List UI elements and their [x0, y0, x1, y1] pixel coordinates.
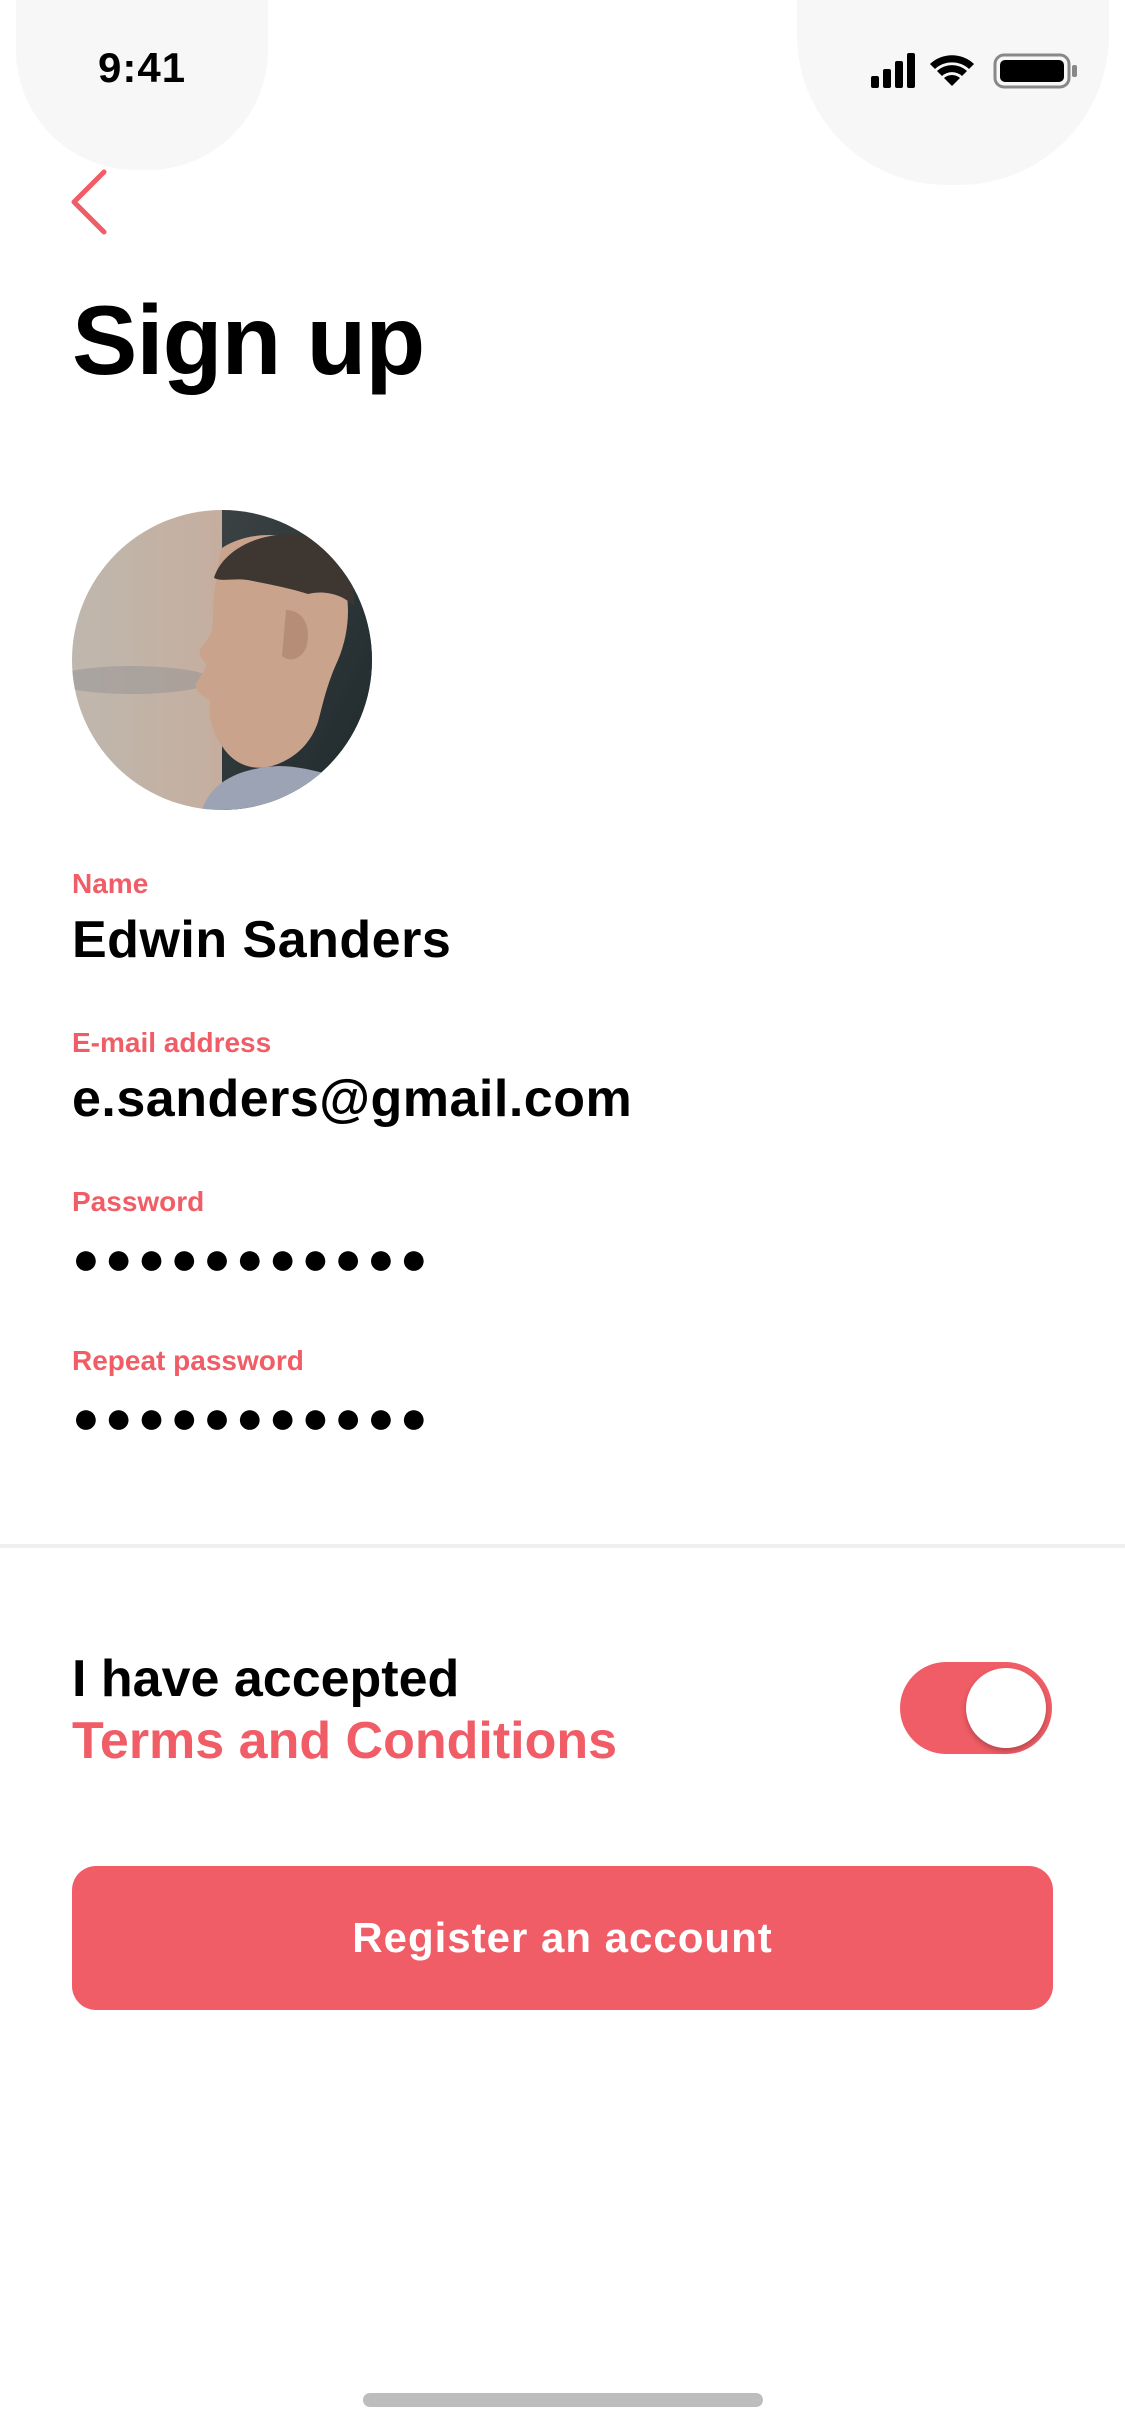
name-value[interactable]: Edwin Sanders [72, 908, 1052, 972]
repeat-password-field[interactable]: Repeat password ●●●●●●●●●●● [72, 1343, 1052, 1449]
terms-toggle[interactable] [900, 1662, 1052, 1754]
status-bar: 9:41 [0, 0, 1125, 185]
home-indicator[interactable] [363, 2393, 763, 2407]
password-label: Password [72, 1186, 205, 1217]
back-button[interactable] [66, 166, 116, 238]
terms-text: I have accepted Terms and Conditions [72, 1648, 872, 1772]
signal-icon [871, 53, 915, 88]
name-field[interactable]: Name Edwin Sanders [72, 866, 1052, 972]
status-time: 9:41 [98, 44, 187, 91]
avatar-photo [72, 510, 372, 810]
section-divider [0, 1544, 1125, 1548]
page-title: Sign up [72, 285, 425, 395]
register-button[interactable]: Register an account [72, 1866, 1053, 2010]
terms-link[interactable]: Terms and Conditions [72, 1710, 872, 1772]
avatar[interactable] [72, 510, 372, 810]
email-field[interactable]: E-mail address e.sanders@gmail.com [72, 1025, 1052, 1131]
email-value[interactable]: e.sanders@gmail.com [72, 1067, 1052, 1131]
repeat-password-value[interactable]: ●●●●●●●●●●● [72, 1385, 1052, 1449]
battery-icon [993, 53, 1077, 89]
password-value[interactable]: ●●●●●●●●●●● [72, 1226, 1052, 1290]
terms-line1: I have accepted [72, 1650, 460, 1708]
back-chevron-icon [71, 169, 107, 235]
name-label: Name [72, 868, 149, 899]
wifi-icon [930, 55, 974, 86]
password-field[interactable]: Password ●●●●●●●●●●● [72, 1184, 1052, 1290]
status-icons [871, 53, 1077, 89]
toggle-knob [966, 1668, 1046, 1748]
email-label: E-mail address [72, 1027, 272, 1058]
status-bar-right-shape [797, 0, 1109, 185]
repeat-password-label: Repeat password [72, 1345, 304, 1376]
